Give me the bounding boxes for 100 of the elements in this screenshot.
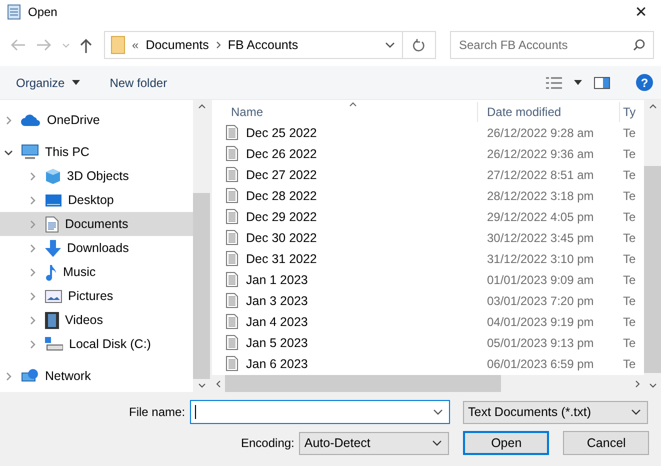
address-bar[interactable]: « Documents FB Accounts xyxy=(104,31,436,59)
chevron-down-icon xyxy=(631,409,642,415)
chevron-right-icon[interactable] xyxy=(28,268,37,276)
search-icon xyxy=(633,39,645,51)
table-cell-text: 06/01/2023 6:59 pm xyxy=(486,356,595,370)
chevron-right-icon[interactable] xyxy=(28,172,37,180)
cube-icon xyxy=(45,168,61,184)
table-cell-text: Te xyxy=(622,294,637,308)
table-cell-text: Te xyxy=(622,146,637,160)
tree-item[interactable]: OneDrive xyxy=(0,108,193,132)
cancel-button[interactable]: Cancel xyxy=(563,431,650,455)
table-cell-text: Te xyxy=(622,168,637,182)
back-arrow-icon[interactable] xyxy=(10,39,26,51)
breadcrumb[interactable]: FB Accounts xyxy=(228,38,298,52)
chevron-down-icon[interactable] xyxy=(4,148,13,156)
up-arrow-icon[interactable] xyxy=(80,38,92,52)
file-name[interactable]: Jan 3 2023 xyxy=(246,294,308,308)
close-button[interactable]: ✕ xyxy=(621,0,661,24)
chevron-right-icon[interactable] xyxy=(4,116,13,124)
table-cell-text: 03/01/2023 7:20 pm xyxy=(486,294,595,308)
open-button[interactable]: Open xyxy=(463,431,550,455)
text-file-icon xyxy=(226,230,238,245)
chevron-right-icon[interactable] xyxy=(28,340,37,348)
file-name[interactable]: Jan 5 2023 xyxy=(246,336,308,350)
chevron-left-icon[interactable] xyxy=(216,380,221,388)
text-file-icon xyxy=(226,272,238,287)
chevron-right-icon[interactable] xyxy=(28,244,37,252)
breadcrumb-overflow[interactable]: « xyxy=(132,38,139,52)
folder-icon xyxy=(111,36,125,54)
document-icon xyxy=(45,216,59,232)
file-name[interactable]: Dec 30 2022 xyxy=(246,230,317,244)
file-name[interactable]: Dec 28 2022 xyxy=(246,188,317,202)
chevron-down-icon xyxy=(432,440,442,446)
file-type-dropdown[interactable]: Text Documents (*.txt) xyxy=(463,400,648,424)
chevron-down-icon[interactable] xyxy=(385,42,395,48)
tree-item[interactable]: Local Disk (C:) xyxy=(0,332,193,356)
new-folder-button[interactable]: New folder xyxy=(104,72,174,92)
help-button[interactable]: ? xyxy=(636,74,653,91)
network-icon xyxy=(21,368,39,384)
search-field[interactable]: Search FB Accounts xyxy=(450,31,654,59)
tree-item[interactable]: Downloads xyxy=(0,236,193,260)
column-header[interactable]: Name xyxy=(212,102,477,122)
drive-icon xyxy=(45,337,63,351)
file-name[interactable]: Dec 29 2022 xyxy=(246,210,317,224)
file-name[interactable]: Jan 6 2023 xyxy=(246,356,308,370)
organize-button[interactable]: Organize xyxy=(10,72,86,92)
chevron-down-icon[interactable] xyxy=(198,383,206,388)
table-cell-text: Te xyxy=(622,356,637,370)
file-name[interactable]: Jan 1 2023 xyxy=(246,272,308,286)
chevron-right-icon[interactable] xyxy=(635,380,640,388)
text-file-icon xyxy=(226,293,238,308)
chevron-right-icon[interactable] xyxy=(4,372,13,380)
file-name[interactable]: Dec 27 2022 xyxy=(246,168,317,182)
scrollbar[interactable] xyxy=(644,100,661,392)
refresh-icon xyxy=(413,38,425,52)
table-cell-text: 04/01/2023 9:19 pm xyxy=(486,314,595,328)
chevron-down-icon[interactable] xyxy=(648,383,656,388)
breadcrumb[interactable]: Documents xyxy=(146,38,209,52)
chevron-down-icon[interactable] xyxy=(433,409,444,415)
caret-icon[interactable] xyxy=(574,80,582,85)
scrollbar[interactable] xyxy=(193,100,210,392)
caret-icon xyxy=(72,80,80,85)
text-file-icon xyxy=(226,251,238,266)
tree-item[interactable]: Desktop xyxy=(0,188,193,212)
file-name[interactable]: Dec 25 2022 xyxy=(246,126,317,140)
text-file-icon xyxy=(226,356,238,371)
tree-item[interactable]: This PC xyxy=(0,140,193,164)
desktop-icon xyxy=(45,194,62,206)
text-file-icon xyxy=(226,146,238,161)
file-name[interactable]: Dec 26 2022 xyxy=(246,146,317,160)
cloud-icon xyxy=(21,114,41,126)
table-cell-text: 01/01/2023 9:09 am xyxy=(486,272,595,286)
file-name-label: File name: xyxy=(129,405,186,419)
encoding-dropdown[interactable]: Auto-Detect xyxy=(299,432,450,454)
tree-item[interactable]: Videos xyxy=(0,308,193,332)
table-cell-text: 27/12/2022 8:51 am xyxy=(486,168,595,182)
chevron-up-icon[interactable] xyxy=(198,104,206,109)
table-cell-text: Te xyxy=(622,188,637,202)
column-header[interactable]: Date modified xyxy=(477,102,619,122)
tree-item[interactable]: 3D Objects xyxy=(0,164,193,188)
file-name-field[interactable] xyxy=(190,400,450,424)
table-cell-text: Te xyxy=(622,314,637,328)
tree-item[interactable]: Music xyxy=(0,260,193,284)
tree-item[interactable]: Network xyxy=(0,364,193,388)
window-title: Open xyxy=(28,5,58,19)
forward-arrow-icon[interactable] xyxy=(36,39,52,51)
chevron-right-icon[interactable] xyxy=(28,316,37,324)
view-list-icon[interactable] xyxy=(546,76,562,88)
chevron-right-icon[interactable] xyxy=(28,292,37,300)
tree-item[interactable]: Documents xyxy=(0,212,193,236)
chevron-right-icon[interactable] xyxy=(28,196,37,204)
sort-caret-icon xyxy=(349,102,357,107)
table-cell-text: Te xyxy=(622,126,637,140)
tree-item[interactable]: Pictures xyxy=(0,284,193,308)
chevron-up-icon[interactable] xyxy=(648,104,656,109)
file-name[interactable]: Jan 4 2023 xyxy=(246,314,308,328)
monitor-icon xyxy=(21,144,39,160)
preview-pane-icon[interactable] xyxy=(594,76,610,88)
file-name[interactable]: Dec 31 2022 xyxy=(246,252,317,266)
table-cell-text: 26/12/2022 9:28 am xyxy=(486,126,595,140)
